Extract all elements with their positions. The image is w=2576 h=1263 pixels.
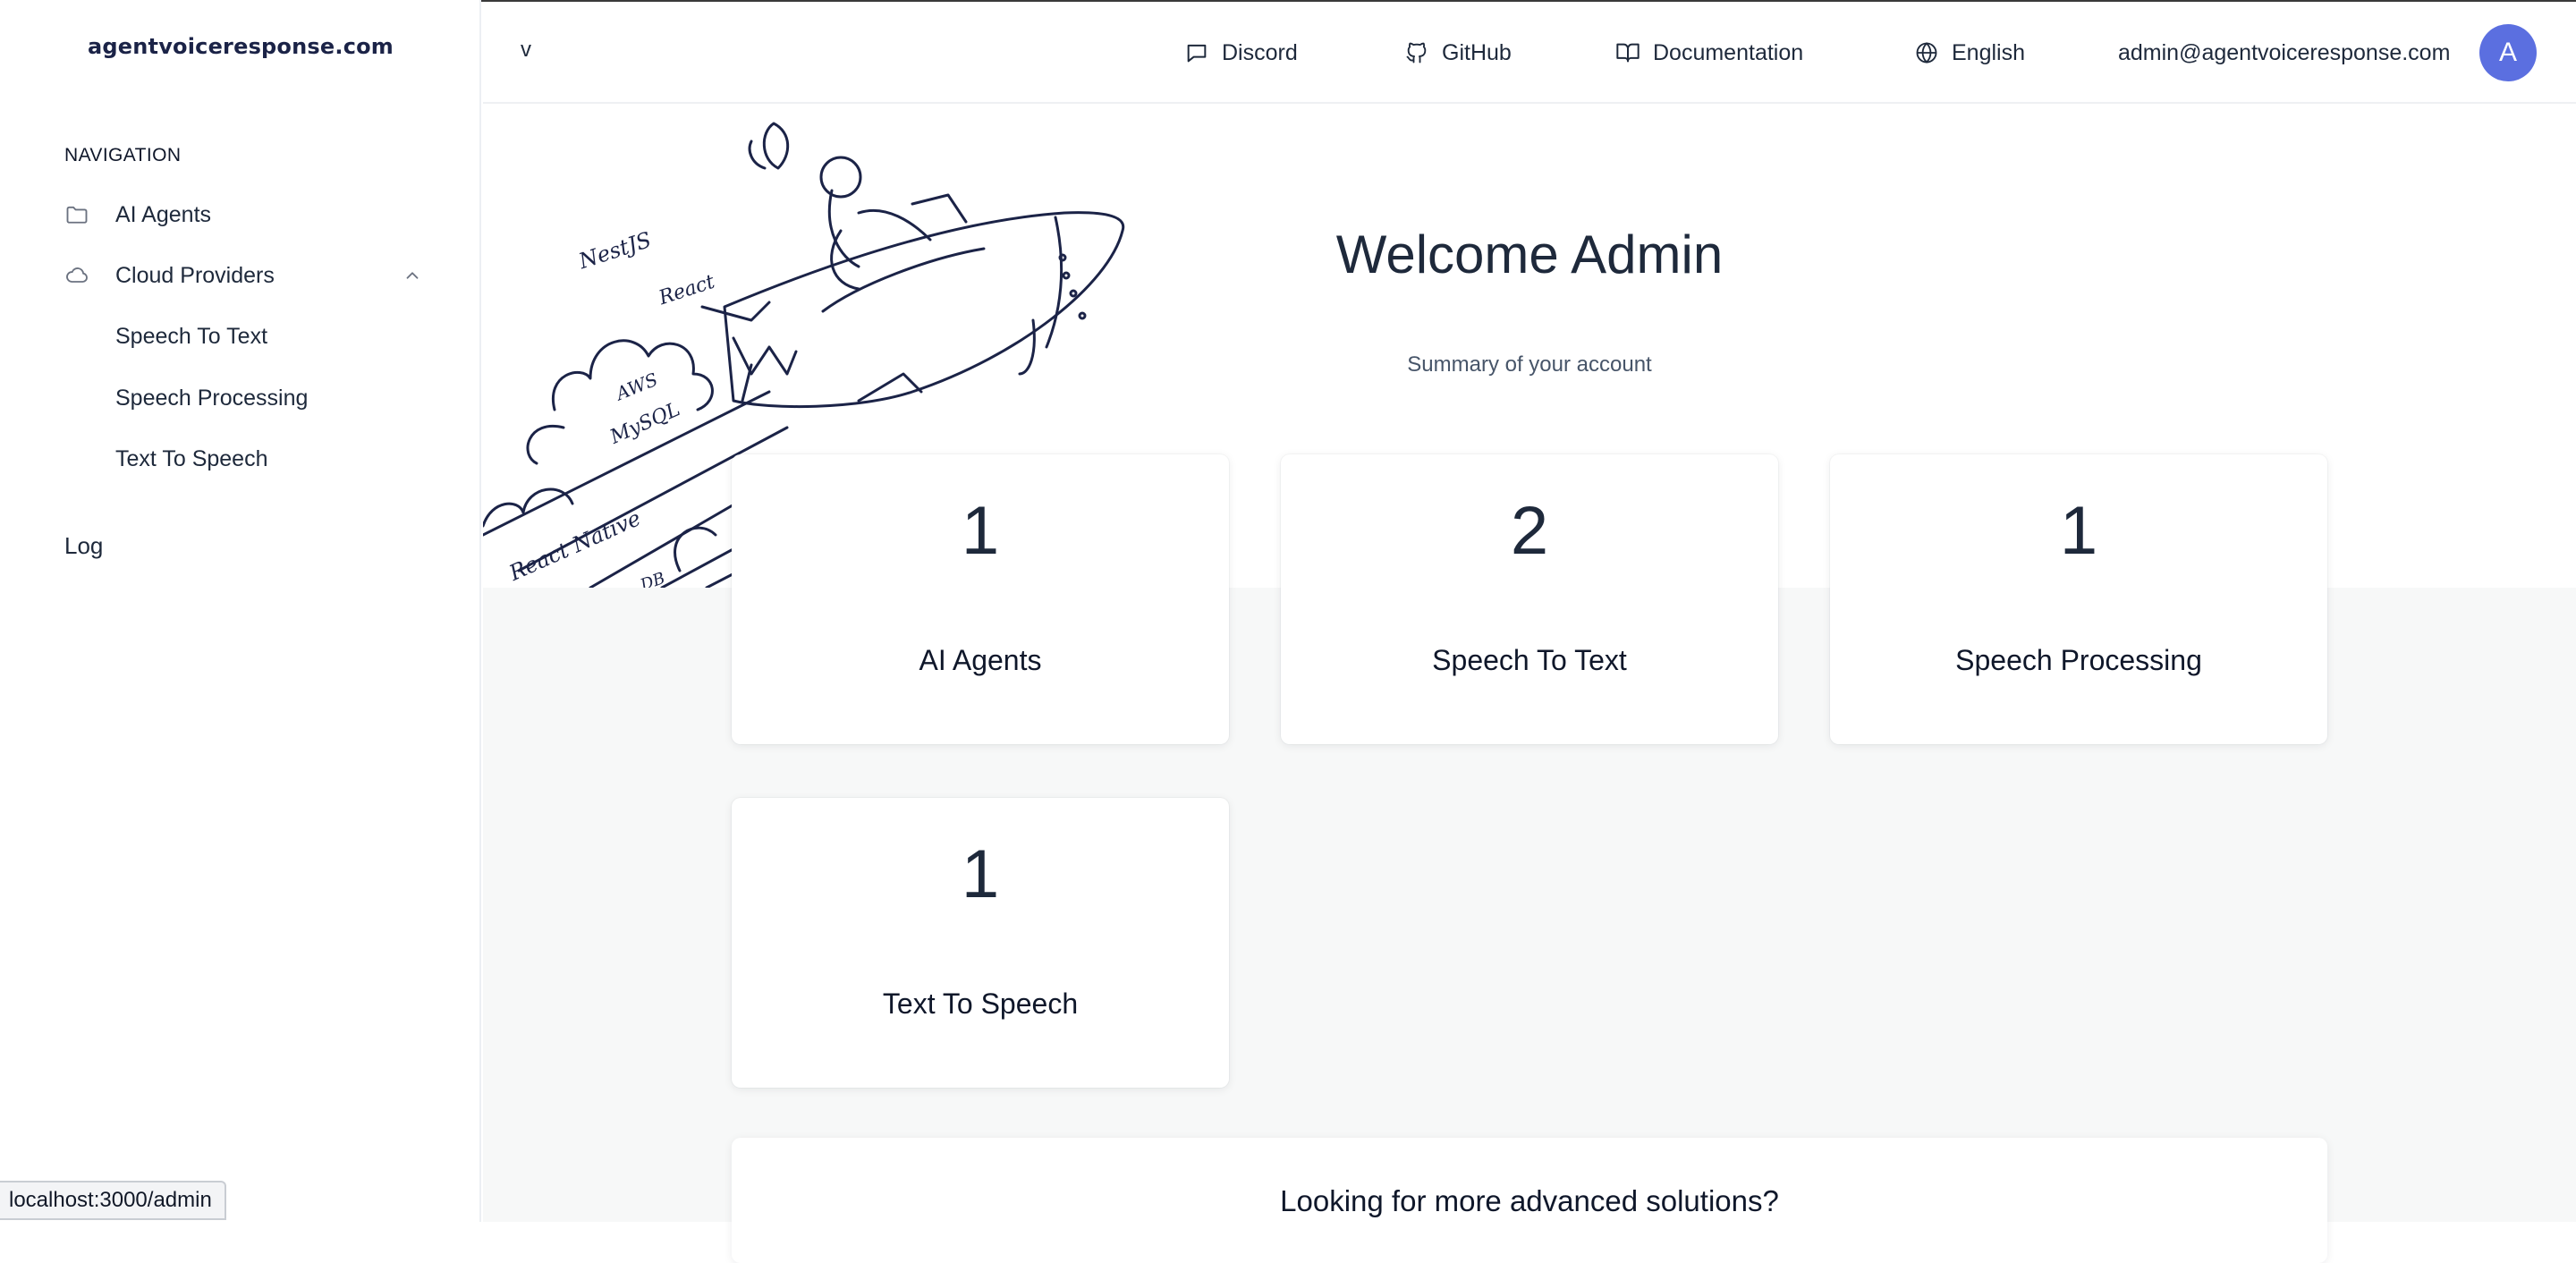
- avatar[interactable]: A: [2479, 24, 2537, 81]
- menu-toggle[interactable]: v: [521, 38, 531, 63]
- chevron-up-icon[interactable]: [402, 266, 422, 285]
- stat-label: Speech To Text: [1432, 644, 1627, 676]
- sidebar-item-label: Cloud Providers: [115, 262, 275, 288]
- stat-label: Text To Speech: [882, 988, 1079, 1020]
- language-label: English: [1952, 39, 2025, 65]
- promo-card: Looking for more advanced solutions?: [732, 1138, 2327, 1263]
- user-email[interactable]: admin@agentvoiceresponse.com: [2118, 2, 2450, 104]
- cloud-icon: [64, 263, 89, 288]
- book-open-icon: [1615, 40, 1640, 65]
- documentation-label: Documentation: [1653, 39, 1804, 65]
- brand-logo[interactable]: agentvoiceresponse.com: [0, 0, 481, 93]
- github-label: GitHub: [1442, 39, 1512, 65]
- language-selector[interactable]: English: [1914, 2, 2025, 104]
- sidebar-subitem-speech-to-text[interactable]: Speech To Text: [115, 313, 267, 360]
- stat-label: Speech Processing: [1955, 644, 2202, 676]
- stat-card-text-to-speech[interactable]: 1 Text To Speech: [732, 798, 1229, 1088]
- discord-label: Discord: [1222, 39, 1298, 65]
- stat-value: 1: [961, 493, 1000, 569]
- github-link[interactable]: GitHub: [1404, 2, 1512, 104]
- documentation-link[interactable]: Documentation: [1615, 2, 1803, 104]
- nav-heading: NAVIGATION: [64, 145, 182, 165]
- sidebar: agentvoiceresponse.com NAVIGATION AI Age…: [0, 0, 481, 1222]
- sidebar-item-ai-agents[interactable]: AI Agents: [64, 191, 422, 238]
- globe-icon: [1914, 40, 1939, 65]
- top-header: v Discord GitHub Documentation English a…: [483, 2, 2576, 104]
- sidebar-item-log[interactable]: Log: [64, 522, 103, 569]
- sidebar-item-label: AI Agents: [115, 201, 212, 227]
- page-title: Welcome Admin: [1335, 225, 1724, 284]
- stat-value: 1: [2059, 493, 2098, 569]
- stat-card-speech-to-text[interactable]: 2 Speech To Text: [1281, 454, 1778, 744]
- folder-icon: [64, 202, 89, 227]
- stat-value: 1: [961, 836, 1000, 912]
- sidebar-subitem-speech-processing[interactable]: Speech Processing: [115, 375, 308, 421]
- link-status-bar: localhost:3000/admin: [0, 1181, 226, 1220]
- message-square-icon: [1184, 40, 1209, 65]
- github-icon: [1404, 40, 1429, 65]
- stat-value: 2: [1510, 493, 1549, 569]
- sidebar-subitem-text-to-speech[interactable]: Text To Speech: [115, 436, 267, 482]
- sidebar-item-cloud-providers[interactable]: Cloud Providers: [64, 252, 422, 299]
- promo-title: Looking for more advanced solutions?: [1280, 1184, 1779, 1217]
- discord-link[interactable]: Discord: [1184, 2, 1298, 104]
- page-subtitle: Summary of your account: [1407, 352, 1652, 377]
- stat-label: AI Agents: [919, 644, 1042, 676]
- stat-card-ai-agents[interactable]: 1 AI Agents: [732, 454, 1229, 744]
- stat-card-speech-processing[interactable]: 1 Speech Processing: [1830, 454, 2327, 744]
